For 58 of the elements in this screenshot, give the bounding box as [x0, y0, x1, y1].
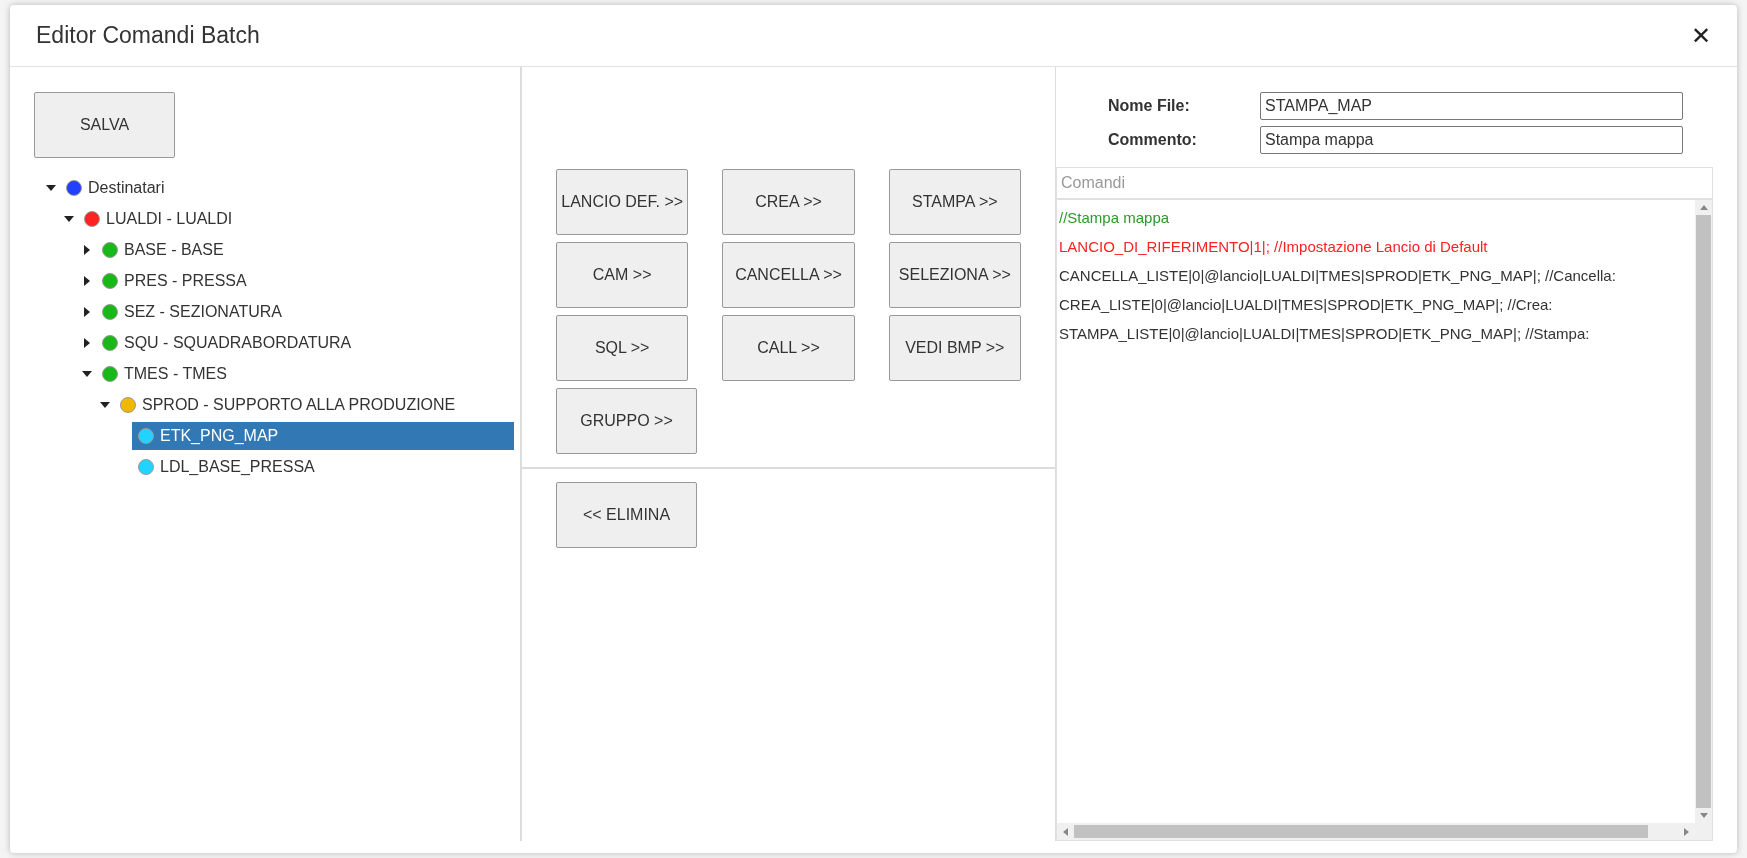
- close-button[interactable]: ✕: [1691, 23, 1711, 48]
- command-button[interactable]: VEDI BMP >>: [888, 315, 1021, 381]
- code-line: LANCIO_DI_RIFERIMENTO|1|; //Impostazione Lancio di Default: [1059, 237, 1489, 257]
- horizontal-scrollbar[interactable]: [1057, 823, 1712, 840]
- caret-right-icon[interactable]: [82, 337, 92, 348]
- text-field[interactable]: STAMPA_MAP: [1260, 92, 1683, 120]
- command-button[interactable]: LANCIO DEF. >>: [556, 169, 689, 235]
- tree-item[interactable]: SQU - SQUADRABORDATURA: [96, 328, 356, 357]
- caret-right-icon[interactable]: [82, 244, 92, 255]
- tree-item[interactable]: BASE - BASE: [96, 235, 228, 264]
- tree-item-label: LDL_BASE_PRESSA: [160, 456, 315, 477]
- tree-item-label: Destinatari: [88, 177, 165, 198]
- field-label: Nome File:: [1108, 96, 1191, 116]
- tree-item-label: SEZ - SEZIONATURA: [124, 301, 282, 322]
- tree-item[interactable]: SPROD - SUPPORTO ALLA PRODUZIONE: [114, 390, 460, 419]
- code-line: //Stampa mappa: [1059, 208, 1171, 228]
- tree-item[interactable]: SEZ - SEZIONATURA: [96, 297, 286, 326]
- command-button[interactable]: STAMPA >>: [888, 169, 1021, 235]
- delete-button[interactable]: << ELIMINA: [556, 482, 697, 548]
- command-button[interactable]: CANCELLA >>: [722, 242, 855, 308]
- tree-item[interactable]: LUALDI - LUALDI: [78, 204, 237, 233]
- tree-item-label: BASE - BASE: [124, 239, 224, 260]
- tree-item-label: TMES - TMES: [124, 363, 227, 384]
- scroll-right-icon[interactable]: [1684, 827, 1689, 836]
- code-line: CANCELLA_LISTE|0|@lancio|LUALDI|TMES|SPROD|ETK_PNG_MAP|; //Cancella:: [1059, 266, 1617, 286]
- caret-down-icon[interactable]: [64, 213, 74, 224]
- tree-item-label: ETK_PNG_MAP: [160, 425, 279, 446]
- tree-item-label: PRES - PRESSA: [124, 270, 247, 291]
- command-button[interactable]: CALL >>: [722, 315, 855, 381]
- caret-right-icon[interactable]: [82, 306, 92, 317]
- save-button[interactable]: SALVA: [34, 92, 175, 158]
- caret-down-icon[interactable]: [82, 368, 92, 379]
- command-button[interactable]: CAM >>: [556, 242, 689, 308]
- scroll-down-icon[interactable]: [1699, 813, 1708, 818]
- scroll-up-icon[interactable]: [1699, 205, 1708, 210]
- tree-item[interactable]: TMES - TMES: [96, 359, 231, 388]
- caret-down-icon[interactable]: [100, 399, 110, 410]
- command-button[interactable]: CREA >>: [722, 169, 855, 235]
- caret-down-icon[interactable]: [46, 182, 56, 193]
- tree-item[interactable]: LDL_BASE_PRESSA: [132, 452, 319, 481]
- caret-right-icon[interactable]: [82, 275, 92, 286]
- field-label: Commento:: [1108, 130, 1198, 150]
- code-line: CREA_LISTE|0|@lancio|LUALDI|TMES|SPROD|ETK_PNG_MAP|; //Crea:: [1059, 295, 1554, 315]
- tree-item-label: LUALDI - LUALDI: [106, 208, 233, 229]
- command-button[interactable]: SQL >>: [556, 315, 689, 381]
- tree-item[interactable]: PRES - PRESSA: [96, 266, 251, 295]
- code-line: STAMPA_LISTE|0|@lancio|LUALDI|TMES|SPROD|ETK_PNG_MAP|; //Stampa:: [1059, 324, 1591, 344]
- text-field[interactable]: Stampa mappa: [1260, 126, 1683, 154]
- commands-header-field[interactable]: Comandi: [1056, 167, 1713, 199]
- tree-item[interactable]: ETK_PNG_MAP: [132, 421, 514, 450]
- command-button[interactable]: SELEZIONA >>: [888, 242, 1021, 308]
- tree-item-label: SQU - SQUADRABORDATURA: [124, 332, 352, 353]
- window-title: Editor Comandi Batch: [36, 21, 260, 51]
- vertical-scrollbar[interactable]: [1695, 200, 1712, 823]
- command-button[interactable]: GRUPPO >>: [556, 388, 697, 454]
- tree-item[interactable]: Destinatari: [60, 173, 169, 202]
- tree-item-label: SPROD - SUPPORTO ALLA PRODUZIONE: [142, 394, 456, 415]
- scroll-left-icon[interactable]: [1063, 827, 1068, 836]
